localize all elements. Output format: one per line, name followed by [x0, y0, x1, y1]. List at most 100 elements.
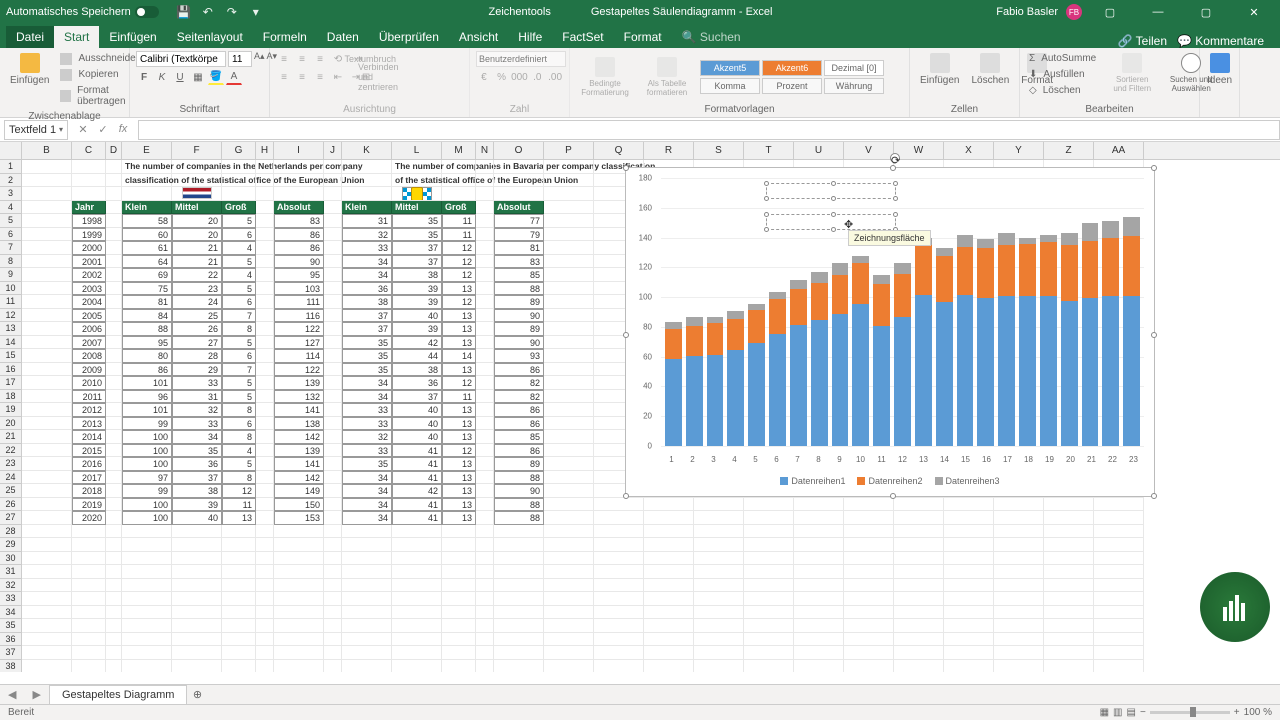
- align-left-icon[interactable]: ≡: [276, 69, 292, 85]
- cell[interactable]: [944, 498, 994, 512]
- cell[interactable]: [122, 619, 172, 633]
- cell[interactable]: [22, 295, 72, 309]
- cell[interactable]: [494, 525, 544, 539]
- cell[interactable]: Jahr: [72, 201, 106, 215]
- cell[interactable]: [794, 606, 844, 620]
- row-header[interactable]: 34: [0, 606, 22, 620]
- cell[interactable]: [794, 511, 844, 525]
- cell[interactable]: [544, 241, 594, 255]
- cell[interactable]: [324, 457, 342, 471]
- cell[interactable]: 88: [494, 471, 544, 485]
- cell[interactable]: [994, 619, 1044, 633]
- cell[interactable]: 35: [172, 444, 222, 458]
- cell[interactable]: [222, 174, 256, 188]
- cell[interactable]: [494, 633, 544, 647]
- cell[interactable]: 82: [494, 376, 544, 390]
- chart-bar[interactable]: [686, 317, 703, 446]
- cell[interactable]: [694, 498, 744, 512]
- cell[interactable]: [994, 498, 1044, 512]
- cell[interactable]: [324, 444, 342, 458]
- cell[interactable]: [274, 606, 324, 620]
- cell[interactable]: 80: [122, 349, 172, 363]
- cell[interactable]: [22, 498, 72, 512]
- cell[interactable]: 85: [494, 268, 544, 282]
- cell[interactable]: [342, 646, 392, 660]
- cell[interactable]: [844, 565, 894, 579]
- cell[interactable]: [324, 606, 342, 620]
- cell[interactable]: [172, 619, 222, 633]
- cell[interactable]: 2009: [72, 363, 106, 377]
- comments-button[interactable]: 💬 Kommentare: [1177, 34, 1264, 48]
- cell[interactable]: [594, 525, 644, 539]
- cell[interactable]: [342, 538, 392, 552]
- cell[interactable]: [476, 457, 494, 471]
- cell[interactable]: [476, 363, 494, 377]
- cell[interactable]: 41: [392, 471, 442, 485]
- fill-button[interactable]: ⬇ Ausfüllen: [1026, 67, 1102, 82]
- cell[interactable]: [744, 498, 794, 512]
- cell[interactable]: [256, 565, 274, 579]
- cell[interactable]: [122, 646, 172, 660]
- cell[interactable]: [694, 619, 744, 633]
- cell[interactable]: [944, 552, 994, 566]
- cell[interactable]: [476, 228, 494, 242]
- cell[interactable]: [324, 592, 342, 606]
- row-header[interactable]: 19: [0, 403, 22, 417]
- cell[interactable]: [222, 525, 256, 539]
- cell[interactable]: [544, 403, 594, 417]
- cell[interactable]: 81: [122, 295, 172, 309]
- cell[interactable]: [256, 403, 274, 417]
- cell[interactable]: 34: [342, 268, 392, 282]
- cell[interactable]: [442, 619, 476, 633]
- cell[interactable]: [256, 457, 274, 471]
- cell[interactable]: [256, 349, 274, 363]
- cell[interactable]: [476, 538, 494, 552]
- cell[interactable]: [694, 646, 744, 660]
- cell[interactable]: [544, 660, 594, 673]
- cell[interactable]: [106, 417, 122, 431]
- cell[interactable]: [476, 174, 494, 188]
- cell[interactable]: 8: [222, 430, 256, 444]
- cell[interactable]: [72, 525, 106, 539]
- cell[interactable]: [324, 498, 342, 512]
- cell[interactable]: [106, 484, 122, 498]
- merge-button[interactable]: ⊞ Verbinden und zentrieren: [366, 69, 382, 85]
- cell[interactable]: [476, 349, 494, 363]
- cell[interactable]: 41: [392, 511, 442, 525]
- cell[interactable]: 13: [442, 430, 476, 444]
- cell[interactable]: 100: [122, 430, 172, 444]
- cell[interactable]: [544, 295, 594, 309]
- underline-button[interactable]: U: [172, 69, 188, 85]
- cell[interactable]: [844, 619, 894, 633]
- cell[interactable]: [844, 606, 894, 620]
- cell[interactable]: [392, 525, 442, 539]
- cell[interactable]: [342, 187, 392, 201]
- cell[interactable]: [694, 552, 744, 566]
- cell[interactable]: [442, 187, 476, 201]
- cell-style-prozent[interactable]: Prozent: [762, 78, 822, 94]
- cell[interactable]: [476, 633, 494, 647]
- cell[interactable]: 82: [494, 390, 544, 404]
- cell[interactable]: [106, 214, 122, 228]
- cell[interactable]: 101: [122, 403, 172, 417]
- cell[interactable]: 32: [172, 403, 222, 417]
- cell[interactable]: [544, 417, 594, 431]
- cell[interactable]: 2005: [72, 309, 106, 323]
- cell[interactable]: [256, 295, 274, 309]
- cell[interactable]: [256, 268, 274, 282]
- cell[interactable]: 99: [122, 417, 172, 431]
- cell[interactable]: [22, 525, 72, 539]
- cell[interactable]: [106, 295, 122, 309]
- tab-file[interactable]: Datei: [6, 26, 54, 48]
- cell[interactable]: [894, 511, 944, 525]
- chart-plot-area[interactable]: [661, 178, 1144, 446]
- cell[interactable]: [476, 525, 494, 539]
- minimize-icon[interactable]: —: [1138, 0, 1178, 24]
- cell[interactable]: Groß: [442, 201, 476, 215]
- cell[interactable]: [844, 633, 894, 647]
- cell[interactable]: [644, 565, 694, 579]
- cell[interactable]: [476, 376, 494, 390]
- row-header[interactable]: 3: [0, 187, 22, 201]
- cell[interactable]: 13: [442, 309, 476, 323]
- cell[interactable]: [644, 511, 694, 525]
